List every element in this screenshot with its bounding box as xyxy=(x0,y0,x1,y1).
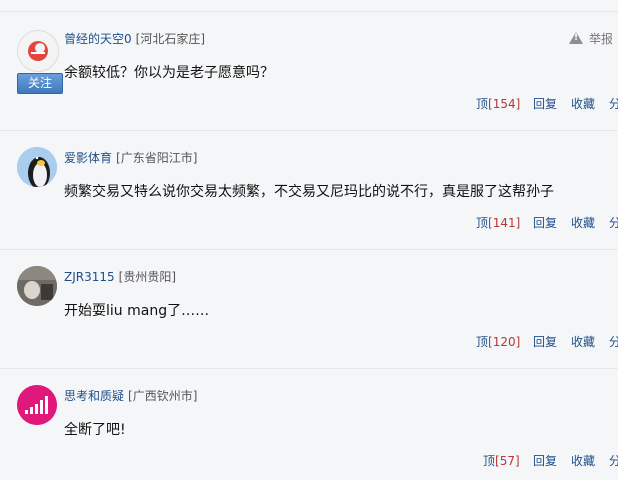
comment-user-line: 爱影体育 [广东省阳江市] xyxy=(64,149,197,166)
report-label: 举报 xyxy=(589,32,614,46)
reply-button[interactable]: 回复 xyxy=(533,333,557,350)
comment-text: 全断了吧! xyxy=(64,422,126,438)
upvote-button[interactable]: 顶[141] xyxy=(476,214,520,231)
share-button[interactable]: 分 xyxy=(609,95,618,112)
user-location: [贵州贵阳] xyxy=(118,270,177,284)
upvote-button[interactable]: 顶[57] xyxy=(483,452,520,469)
reply-button[interactable]: 回复 xyxy=(533,214,557,231)
report-button[interactable]: 举报 xyxy=(569,30,613,47)
favorite-button[interactable]: 收藏 xyxy=(571,333,595,350)
upvote-count: [120] xyxy=(488,335,521,349)
user-location: [广西钦州市] xyxy=(128,389,198,403)
avatar-photo-icon xyxy=(17,266,57,306)
favorite-button[interactable]: 收藏 xyxy=(571,214,595,231)
user-location: [广东省阳江市] xyxy=(116,151,198,165)
share-button[interactable]: 分 xyxy=(609,452,618,469)
upvote-count: [154] xyxy=(488,97,521,111)
warning-icon xyxy=(569,32,583,44)
avatar-signal-icon xyxy=(17,385,57,425)
comment-divider xyxy=(0,130,618,131)
avatar[interactable] xyxy=(17,147,57,187)
username[interactable]: 曾经的天空0 xyxy=(64,32,132,46)
top-divider xyxy=(0,11,618,12)
upvote-label: 顶 xyxy=(476,335,489,349)
comment-text: 余额较低？你以为是老子愿意吗？ xyxy=(64,65,274,81)
avatar[interactable] xyxy=(17,266,57,306)
comment-user-line: 曾经的天空0 [河北石家庄] xyxy=(64,30,205,47)
upvote-button[interactable]: 顶[120] xyxy=(476,333,520,350)
comment-text: 频繁交易又特么说你交易太频繁，不交易又尼玛比的说不行，真是服了这帮孙子 xyxy=(64,184,554,200)
username[interactable]: 爱影体育 xyxy=(64,151,112,165)
upvote-label: 顶 xyxy=(476,97,489,111)
follow-button[interactable]: 关注 xyxy=(17,73,63,94)
upvote-count: [57] xyxy=(495,454,520,468)
username[interactable]: ZJR3115 xyxy=(64,270,115,284)
upvote-button[interactable]: 顶[154] xyxy=(476,95,520,112)
reply-button[interactable]: 回复 xyxy=(533,452,557,469)
avatar[interactable] xyxy=(17,30,59,72)
comment-user-line: ZJR3115 [贵州贵阳] xyxy=(64,268,176,285)
avatar-logo-icon xyxy=(18,31,58,71)
share-button[interactable]: 分 xyxy=(609,214,618,231)
upvote-label: 顶 xyxy=(476,216,489,230)
upvote-count: [141] xyxy=(488,216,521,230)
username[interactable]: 思考和质疑 xyxy=(64,389,124,403)
upvote-label: 顶 xyxy=(483,454,496,468)
favorite-button[interactable]: 收藏 xyxy=(571,452,595,469)
comment-divider xyxy=(0,368,618,369)
user-location: [河北石家庄] xyxy=(135,32,206,46)
comment-divider xyxy=(0,249,618,250)
avatar-penguin-icon xyxy=(17,147,57,187)
share-button[interactable]: 分 xyxy=(609,333,618,350)
comment-text: 开始耍liu mang了…… xyxy=(64,303,210,319)
favorite-button[interactable]: 收藏 xyxy=(571,95,595,112)
reply-button[interactable]: 回复 xyxy=(533,95,557,112)
comment-user-line: 思考和质疑 [广西钦州市] xyxy=(64,387,197,404)
avatar[interactable] xyxy=(17,385,57,425)
